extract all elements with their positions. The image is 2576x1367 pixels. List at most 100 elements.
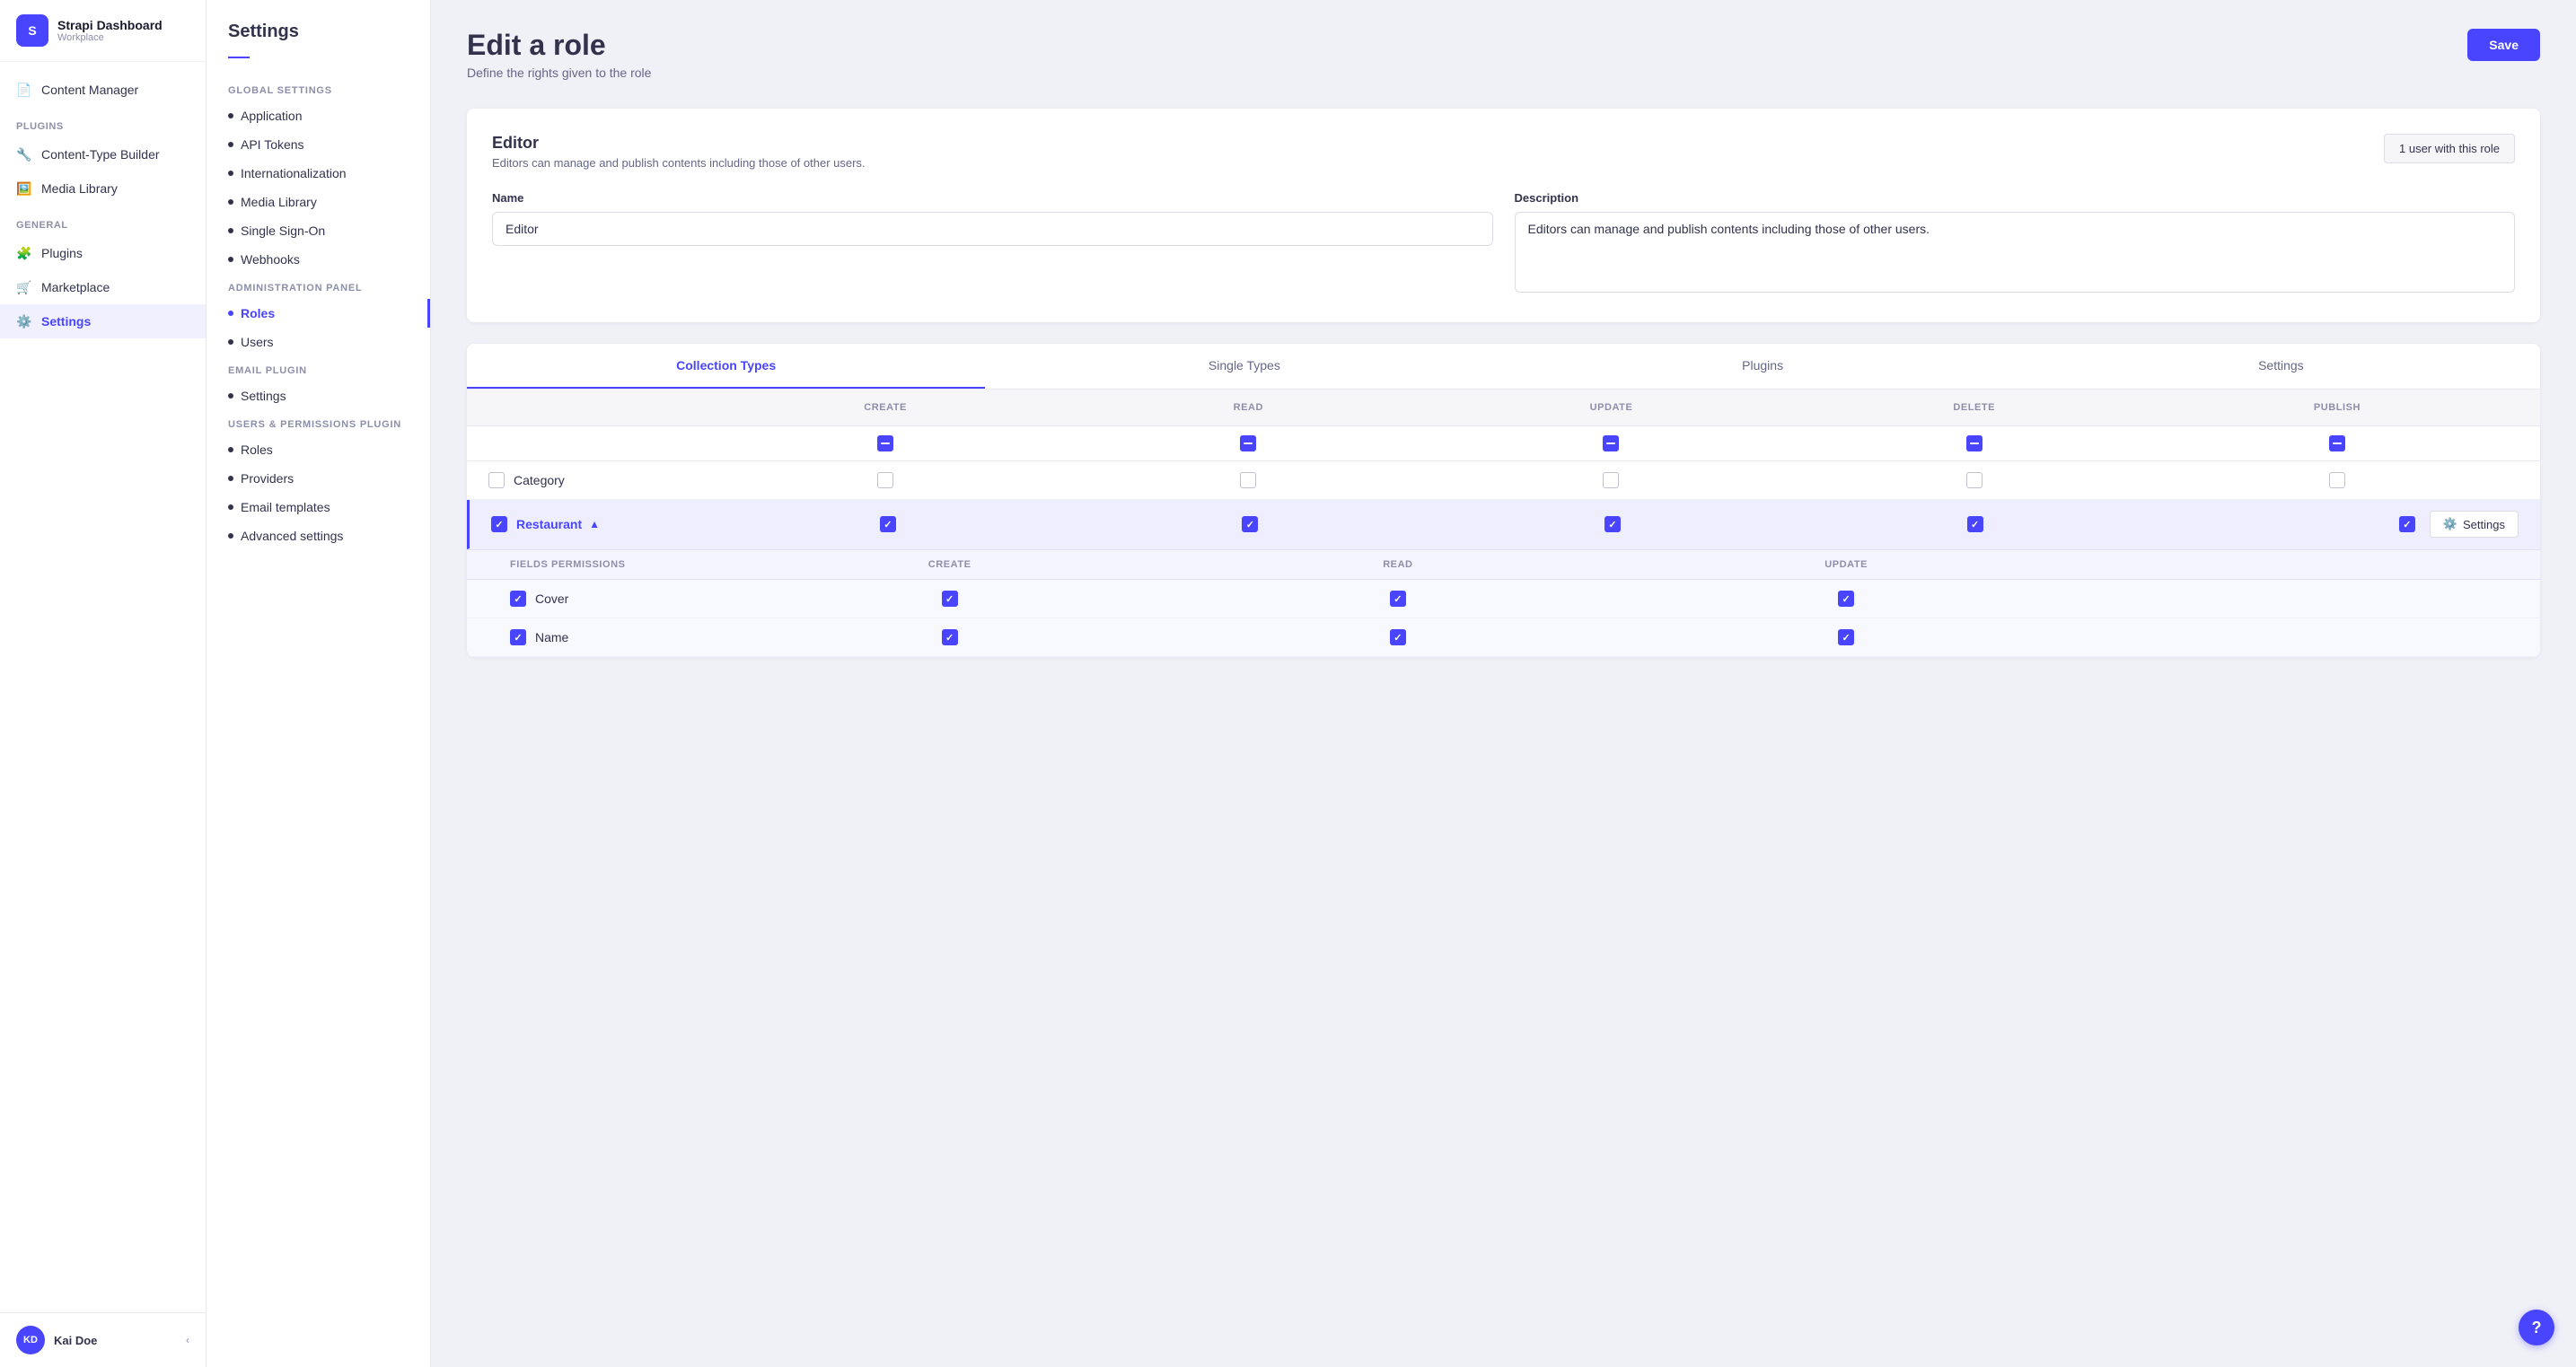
settings-item-email-settings[interactable]: Settings [207,381,430,410]
category-publish-checkbox[interactable] [2329,472,2345,488]
help-button[interactable]: ? [2519,1310,2554,1345]
delete-indeterminate-checkbox[interactable] [1966,435,1983,451]
settings-panel: Settings GLOBAL SETTINGS Application API… [207,0,431,1367]
name-read-checkbox[interactable] [1390,629,1406,645]
tab-plugins[interactable]: Plugins [1504,344,2022,389]
permissions-tabs: Collection Types Single Types Plugins Se… [467,344,2540,390]
settings-panel-title: Settings [207,22,430,57]
settings-item-label: Users [241,335,274,349]
settings-item-webhooks[interactable]: Webhooks [207,245,430,274]
settings-item-media-library[interactable]: Media Library [207,188,430,216]
restaurant-checkbox[interactable] [491,516,507,532]
media-library-icon: 🖼️ [16,180,32,197]
restaurant-publish-checkbox[interactable] [2399,516,2415,532]
col-header-read: READ [1067,402,1429,413]
col-header-create: CREATE [704,402,1067,413]
sidebar-item-label: Content-Type Builder [41,147,160,162]
content-manager-icon: 📄 [16,82,32,98]
col-header-update: UPDATE [1429,402,1792,413]
save-button[interactable]: Save [2467,29,2540,61]
cover-checkbox[interactable] [510,591,526,607]
fields-col-update: UPDATE [1622,559,2070,570]
fields-col-create: CREATE [725,559,1174,570]
dot-icon [228,228,233,233]
settings-item-label: Media Library [241,195,317,209]
tab-single-types[interactable]: Single Types [985,344,1503,389]
description-textarea[interactable]: Editors can manage and publish contents … [1515,212,2516,293]
general-section-label: GENERAL [0,206,206,236]
settings-item-up-roles[interactable]: Roles [207,435,430,464]
sidebar-item-settings[interactable]: ⚙️ Settings [0,304,206,338]
settings-item-advanced-settings[interactable]: Advanced settings [207,521,430,550]
sidebar-item-label: Media Library [41,181,118,196]
dot-icon [228,142,233,147]
settings-item-label: API Tokens [241,137,304,152]
restaurant-delete-checkbox[interactable] [1967,516,1983,532]
sidebar-item-media-library[interactable]: 🖼️ Media Library [0,171,206,206]
role-name: Editor [492,134,866,153]
settings-item-label: Application [241,109,303,123]
page-title: Edit a role [467,29,651,62]
settings-item-api-tokens[interactable]: API Tokens [207,130,430,159]
dot-icon [228,199,233,205]
restaurant-settings-button[interactable]: ⚙️ Settings [2430,511,2519,538]
settings-item-application[interactable]: Application [207,101,430,130]
category-checkbox[interactable] [488,472,505,488]
tab-settings[interactable]: Settings [2022,344,2540,389]
tab-collection-types[interactable]: Collection Types [467,344,985,389]
sidebar: S Strapi Dashboard Workplace 📄 Content M… [0,0,207,1367]
cover-read-checkbox[interactable] [1390,591,1406,607]
permissions-action-row [467,426,2540,461]
settings-item-label: Webhooks [241,252,300,267]
settings-item-sso[interactable]: Single Sign-On [207,216,430,245]
dot-icon [228,113,233,118]
user-footer[interactable]: KD Kai Doe ‹ [0,1312,206,1367]
settings-item-users[interactable]: Users [207,328,430,356]
email-plugin-section-label: EMAIL PLUGIN [207,356,430,381]
sidebar-item-marketplace[interactable]: 🛒 Marketplace [0,270,206,304]
table-row: Category [467,461,2540,500]
category-create-checkbox[interactable] [877,472,893,488]
settings-item-internationalization[interactable]: Internationalization [207,159,430,188]
settings-item-label: Roles [241,306,275,320]
restaurant-update-checkbox[interactable] [1605,516,1621,532]
settings-item-label: Advanced settings [241,529,343,543]
name-update-checkbox[interactable] [1838,629,1854,645]
global-settings-section-label: GLOBAL SETTINGS [207,76,430,101]
sidebar-item-content-manager[interactable]: 📄 Content Manager [0,73,206,107]
sidebar-item-content-type-builder[interactable]: 🔧 Content-Type Builder [0,137,206,171]
name-input[interactable] [492,212,1493,246]
plugins-icon: 🧩 [16,245,32,261]
settings-item-label: Roles [241,443,273,457]
restaurant-label: Restaurant [516,517,582,531]
restaurant-create-checkbox[interactable] [880,516,896,532]
plugins-section-label: PLUGINS [0,107,206,137]
category-read-checkbox[interactable] [1240,472,1256,488]
settings-item-providers[interactable]: Providers [207,464,430,493]
category-delete-checkbox[interactable] [1966,472,1983,488]
category-update-checkbox[interactable] [1603,472,1619,488]
create-indeterminate-checkbox[interactable] [877,435,893,451]
settings-item-email-templates[interactable]: Email templates [207,493,430,521]
update-indeterminate-checkbox[interactable] [1603,435,1619,451]
user-badge-button[interactable]: 1 user with this role [2384,134,2515,163]
settings-button-label: Settings [2463,518,2505,531]
description-label: Description [1515,191,2516,205]
sidebar-item-plugins[interactable]: 🧩 Plugins [0,236,206,270]
read-indeterminate-checkbox[interactable] [1240,435,1256,451]
avatar: KD [16,1326,45,1354]
restaurant-read-checkbox[interactable] [1242,516,1258,532]
app-name: Strapi Dashboard [57,18,163,32]
name-create-checkbox[interactable] [942,629,958,645]
permissions-card: Collection Types Single Types Plugins Se… [467,344,2540,657]
role-card: Editor Editors can manage and publish co… [467,109,2540,322]
cover-update-checkbox[interactable] [1838,591,1854,607]
help-icon: ? [2532,1319,2542,1337]
settings-item-label: Providers [241,471,294,486]
list-item: Name [467,618,2540,657]
name-checkbox[interactable] [510,629,526,645]
cover-create-checkbox[interactable] [942,591,958,607]
publish-indeterminate-checkbox[interactable] [2329,435,2345,451]
dot-icon [228,171,233,176]
settings-item-roles[interactable]: Roles [207,299,430,328]
